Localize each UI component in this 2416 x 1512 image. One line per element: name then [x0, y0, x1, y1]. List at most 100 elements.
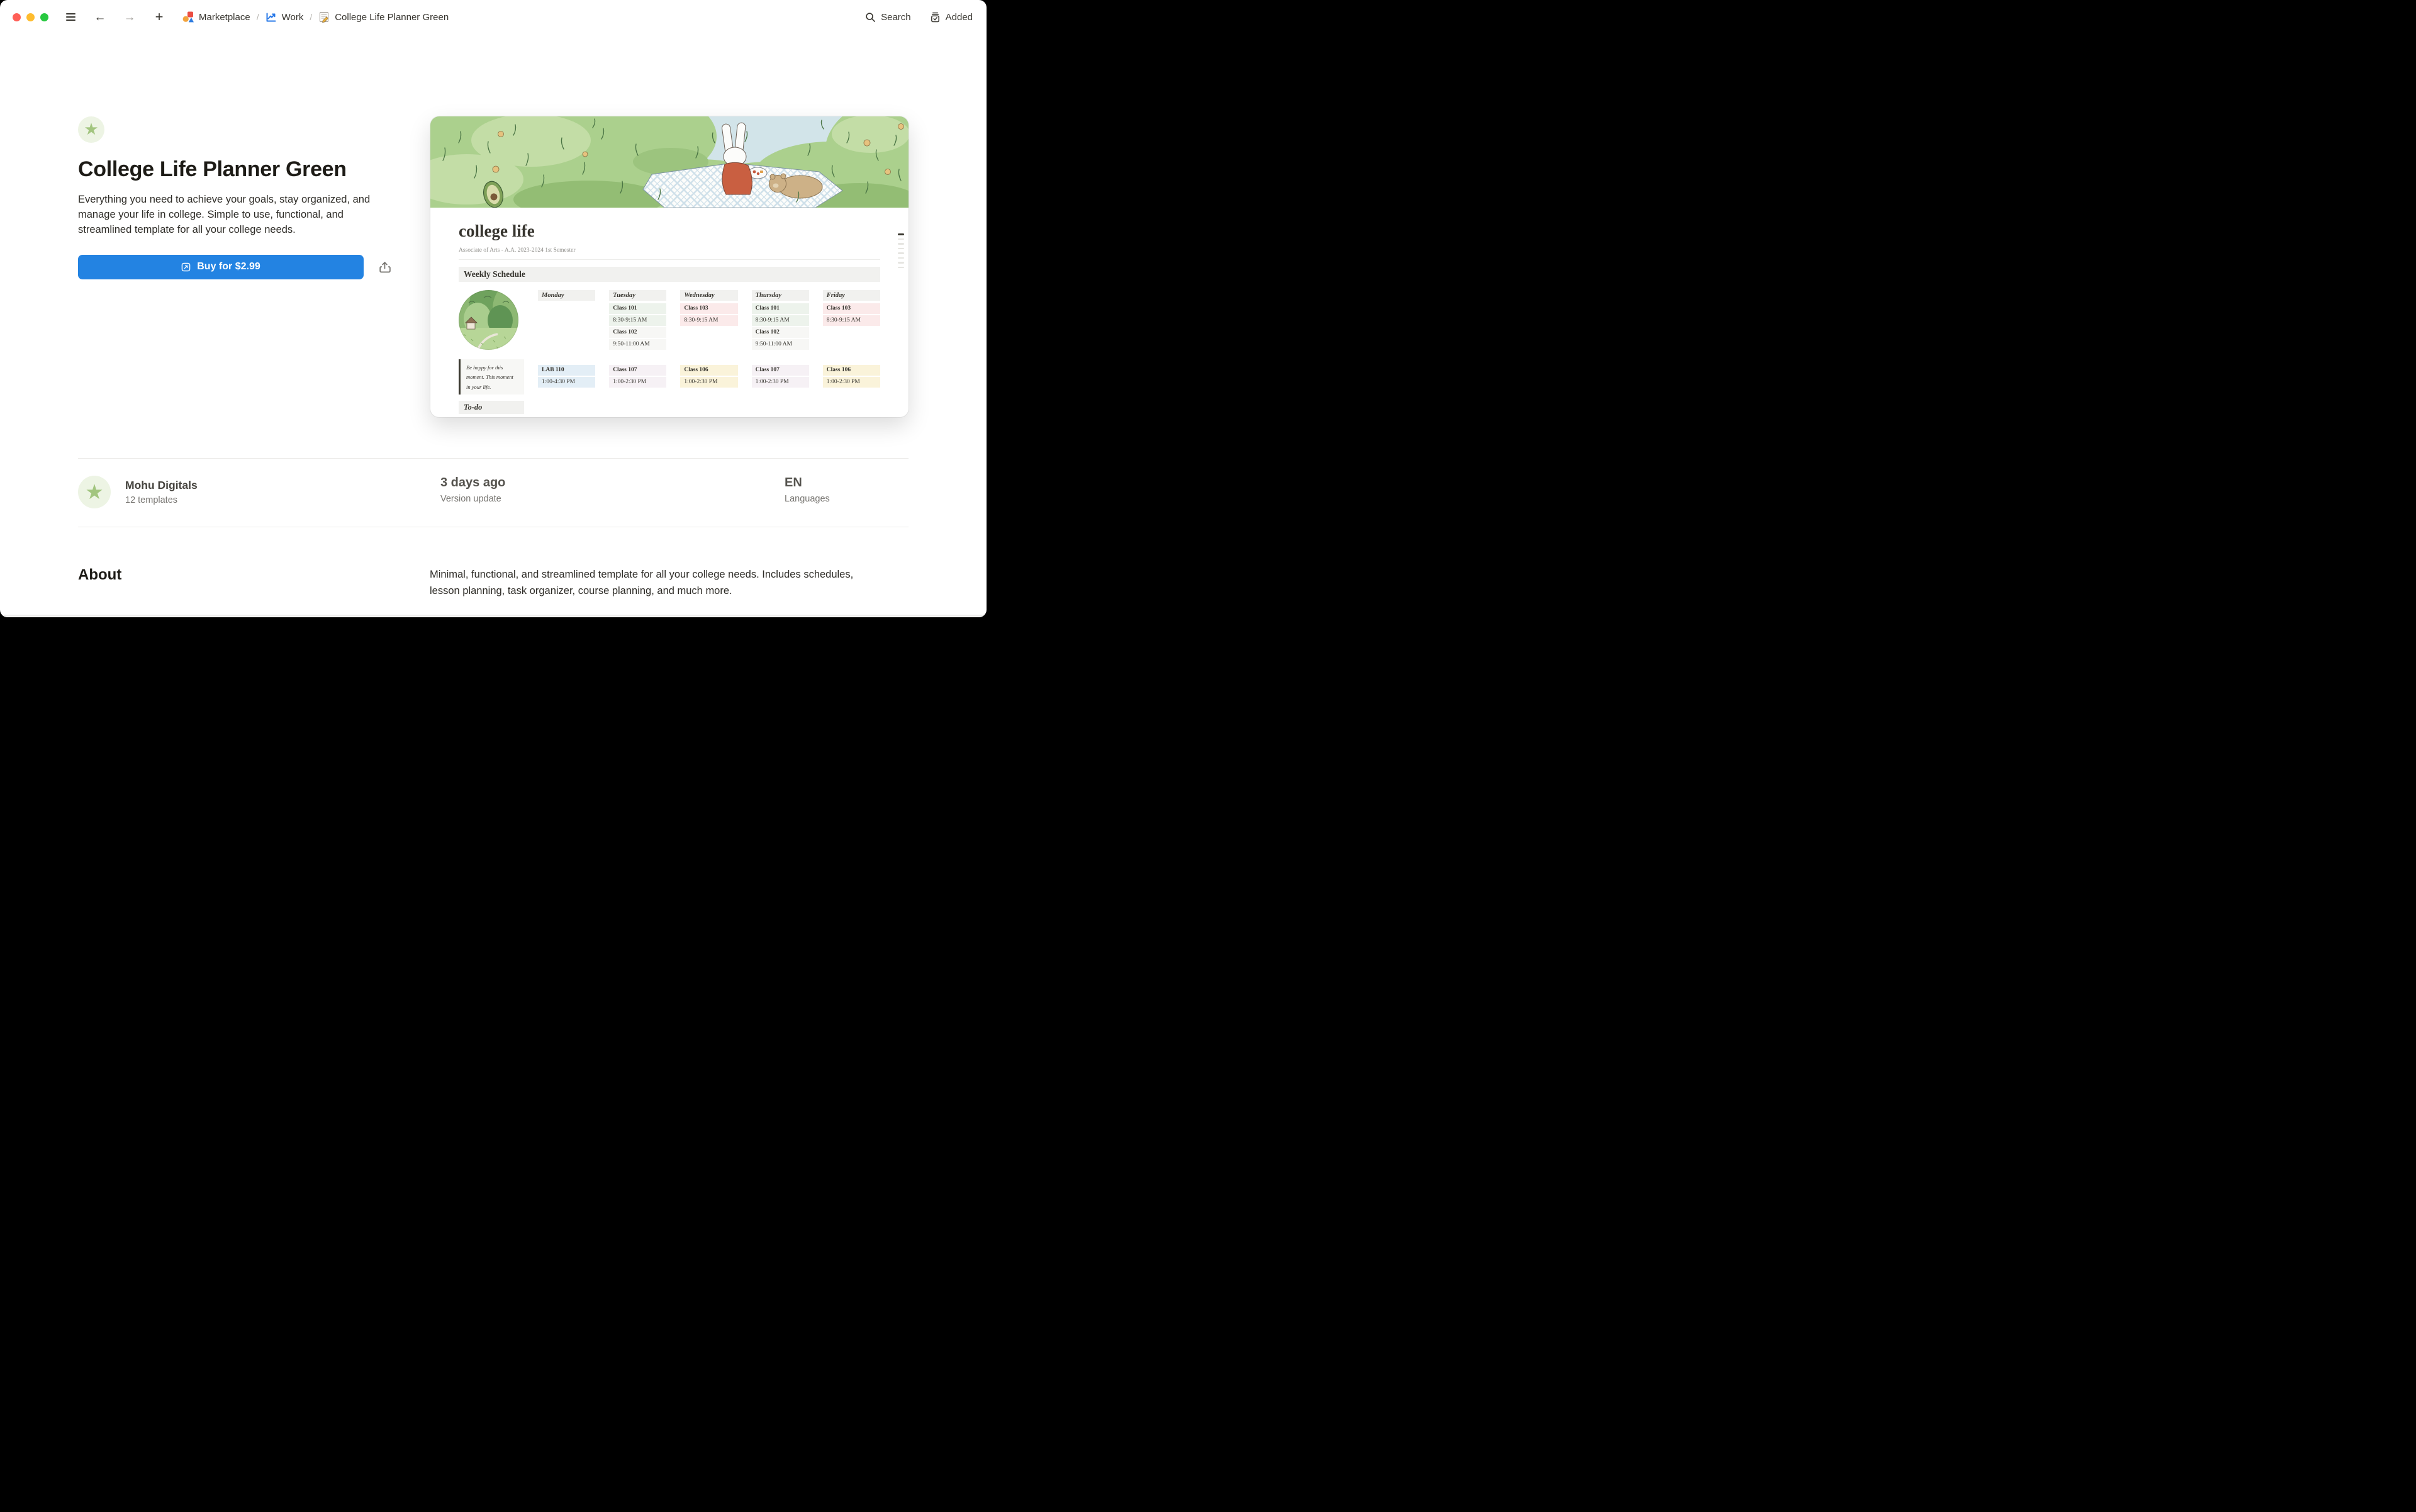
day-header: Tuesday	[609, 290, 666, 301]
buy-button[interactable]: Buy for $2.99	[78, 255, 364, 279]
minimize-window-button[interactable]	[26, 13, 35, 21]
schedule-time-cell: 1:00-2:30 PM	[823, 377, 880, 388]
day-header: Wednesday	[680, 290, 737, 301]
schedule-afternoon-block: Class 1071:00-2:30 PM	[752, 359, 809, 395]
hero-section: ★ College Life Planner Green Everything …	[0, 34, 987, 417]
preview-illustration	[430, 116, 909, 208]
schedule-name-cell: Class 106	[680, 365, 737, 376]
breadcrumb-label: Marketplace	[199, 12, 250, 23]
schedule-name-cell: Class 102	[752, 327, 809, 338]
updated-value: 3 days ago	[440, 476, 785, 490]
breadcrumb-item-work[interactable]: Work	[266, 11, 304, 23]
added-check-box-icon	[930, 12, 941, 23]
breadcrumb: Marketplace / Work /	[182, 11, 449, 23]
added-label: Added	[946, 12, 973, 23]
back-button[interactable]: ←	[93, 10, 107, 24]
search-label: Search	[881, 12, 911, 23]
template-description: Everything you need to achieve your goal…	[78, 193, 396, 238]
schedule-name-cell: Class 101	[752, 303, 809, 314]
creator-info[interactable]: ★ Mohu Digitals 12 templates	[78, 476, 440, 508]
todo-section: To-do	[459, 401, 524, 417]
search-icon	[865, 12, 876, 23]
app-window: ← → + Marketplace /	[0, 0, 987, 617]
about-heading: About	[78, 566, 430, 584]
preview-page-body: college life Associate of Arts - A.A. 20…	[430, 221, 909, 417]
preview-scroll-indicator[interactable]	[898, 233, 904, 268]
meta-section: ★ Mohu Digitals 12 templates 3 days ago …	[0, 476, 987, 508]
breadcrumb-label: College Life Planner Green	[335, 12, 449, 23]
schedule-name-cell: Class 107	[752, 365, 809, 376]
schedule-time-cell: 1:00-2:30 PM	[680, 377, 737, 388]
weekly-schedule-heading: Weekly Schedule	[459, 267, 880, 282]
preview-page-subtitle: Associate of Arts - A.A. 2023-2024 1st S…	[459, 247, 880, 254]
chart-increasing-icon	[266, 11, 277, 23]
language-value: EN	[785, 476, 909, 490]
close-window-button[interactable]	[13, 13, 21, 21]
schedule-afternoon-block: Class 1061:00-2:30 PM	[680, 359, 737, 395]
about-text: Minimal, functional, and streamlined tem…	[430, 566, 870, 600]
template-icon-avatar: ★	[78, 116, 104, 143]
quote-block: Be happy for this moment. This moment in…	[459, 359, 524, 395]
schedule-time-cell: 1:00-2:30 PM	[609, 377, 666, 388]
new-tab-button[interactable]: +	[152, 10, 166, 24]
schedule-afternoon-block: Class 1071:00-2:30 PM	[609, 359, 666, 395]
window-bottom-edge	[0, 615, 987, 617]
schedule-time-cell: 9:50-11:00 AM	[752, 339, 809, 350]
star-icon: ★	[84, 121, 98, 137]
creator-name: Mohu Digitals	[125, 479, 198, 492]
breadcrumb-item-marketplace[interactable]: Marketplace	[182, 11, 250, 23]
day-header: Friday	[823, 290, 880, 301]
schedule-name-cell: Class 107	[609, 365, 666, 376]
memo-icon	[318, 11, 330, 23]
schedule-time-cell: 9:50-11:00 AM	[609, 339, 666, 350]
schedule-name-cell: Class 102	[609, 327, 666, 338]
external-link-icon	[181, 262, 191, 272]
schedule-day-column: Monday	[538, 290, 595, 353]
schedule-time-cell: 8:30-9:15 AM	[752, 315, 809, 326]
added-button[interactable]: Added	[930, 12, 973, 23]
share-button[interactable]	[377, 259, 393, 275]
version-update-info: 3 days ago Version update	[440, 476, 785, 504]
schedule-day-column: Wednesday Class 1038:30-9:15 AM	[680, 290, 737, 353]
search-button[interactable]: Search	[865, 12, 911, 23]
schedule-name-cell: Class 103	[823, 303, 880, 314]
updated-label: Version update	[440, 494, 785, 504]
breadcrumb-separator: /	[257, 12, 259, 22]
about-section: About Minimal, functional, and streamlin…	[0, 566, 987, 600]
share-icon	[378, 260, 391, 274]
language-info: EN Languages	[785, 476, 909, 504]
star-icon: ★	[85, 481, 104, 502]
schedule-time-cell: 1:00-2:30 PM	[752, 377, 809, 388]
schedule-time-cell: 1:00-4:30 PM	[538, 377, 595, 388]
todo-heading: To-do	[459, 401, 524, 414]
schedule-day-column: Thursday Class 1018:30-9:15 AMClass 1029:…	[752, 290, 809, 353]
schedule-name-cell: Class 101	[609, 303, 666, 314]
schedule-day-column: Tuesday Class 1018:30-9:15 AMClass 1029:5…	[609, 290, 666, 353]
sidebar-toggle-icon[interactable]	[64, 10, 77, 24]
schedule-name-cell: Class 106	[823, 365, 880, 376]
divider	[459, 259, 880, 260]
schedule-afternoon-block: Class 1061:00-2:30 PM	[823, 359, 880, 395]
template-preview-card[interactable]: college life Associate of Arts - A.A. 20…	[430, 116, 909, 417]
creator-template-count: 12 templates	[125, 495, 198, 505]
schedule-name-cell: Class 103	[680, 303, 737, 314]
schedule-time-cell: 8:30-9:15 AM	[823, 315, 880, 326]
traffic-lights	[13, 13, 48, 21]
schedule-name-cell: LAB 110	[538, 365, 595, 376]
divider	[78, 458, 909, 459]
breadcrumb-separator: /	[310, 12, 312, 22]
breadcrumb-item-current-page[interactable]: College Life Planner Green	[318, 11, 449, 23]
preview-page-title: college life	[459, 221, 880, 241]
breadcrumb-label: Work	[282, 12, 304, 23]
forward-button[interactable]: →	[123, 10, 137, 24]
buy-button-label: Buy for $2.99	[197, 261, 260, 272]
zoom-window-button[interactable]	[40, 13, 48, 21]
day-header: Thursday	[752, 290, 809, 301]
creator-avatar: ★	[78, 476, 111, 508]
schedule-time-cell: 8:30-9:15 AM	[609, 315, 666, 326]
schedule-cover-image	[459, 290, 524, 353]
schedule-day-column: Friday Class 1038:30-9:15 AM	[823, 290, 880, 353]
schedule-afternoon-block: LAB 1101:00-4:30 PM	[538, 359, 595, 395]
weekly-schedule-grid: Be happy for this moment. This moment in…	[459, 290, 880, 417]
schedule-time-cell: 8:30-9:15 AM	[680, 315, 737, 326]
